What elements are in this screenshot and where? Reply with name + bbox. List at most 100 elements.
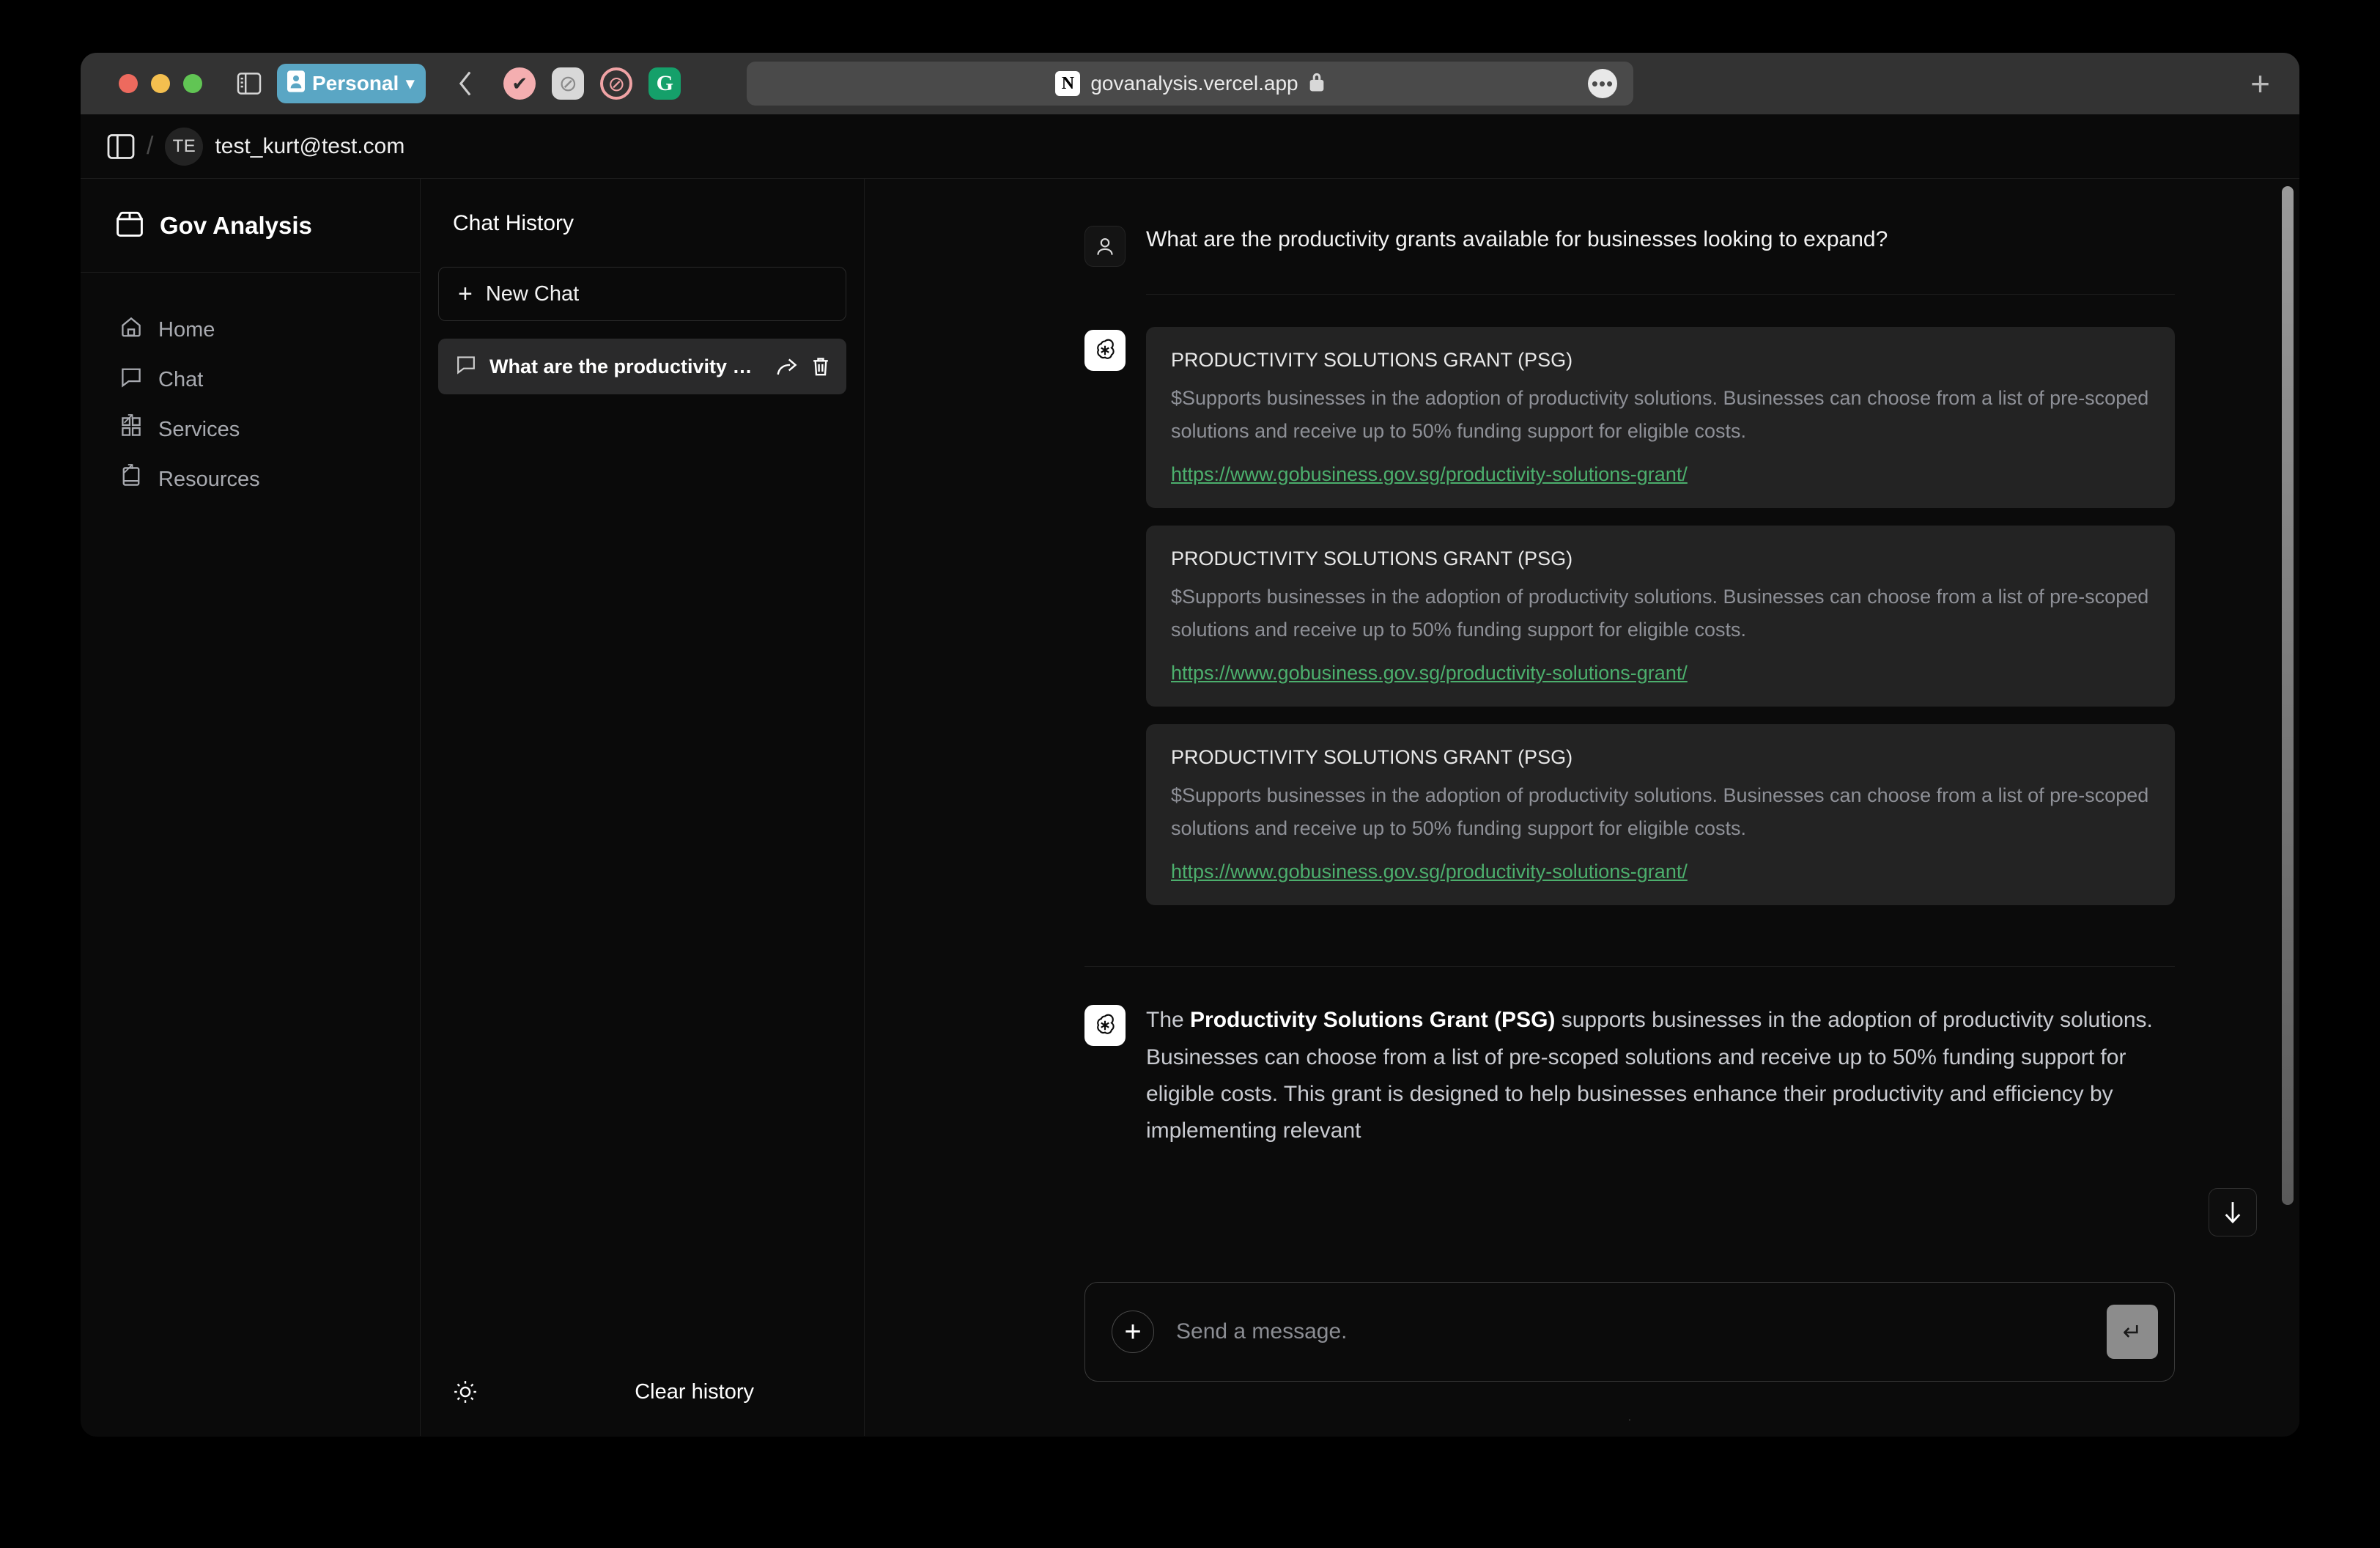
message-divider xyxy=(1084,923,2175,967)
lock-icon xyxy=(1309,72,1325,96)
assistant-sources-row: PRODUCTIVITY SOLUTIONS GRANT (PSG) $Supp… xyxy=(865,295,2299,923)
grant-card-description: $Supports businesses in the adoption of … xyxy=(1171,382,2150,447)
grant-card-description: $Supports businesses in the adoption of … xyxy=(1171,779,2150,844)
trash-icon[interactable] xyxy=(811,356,830,377)
openai-logo-icon xyxy=(1084,1005,1126,1046)
new-chat-button[interactable]: + New Chat xyxy=(438,267,846,321)
adblock-extension-icon[interactable]: ⊘ xyxy=(600,67,632,100)
minimize-window-button[interactable] xyxy=(151,74,170,93)
plus-glyph: + xyxy=(458,280,473,308)
chat-history-list: What are the productivity … xyxy=(438,339,846,394)
new-chat-label: New Chat xyxy=(486,282,579,306)
external-link-icon: ↗ xyxy=(122,459,135,478)
avatar-initials: TE xyxy=(173,136,196,157)
grammarly-extension-icon[interactable]: G xyxy=(648,67,681,100)
chat-history-item-label: What are the productivity … xyxy=(489,355,763,378)
chevron-down-icon: ▾ xyxy=(406,74,414,93)
chat-icon xyxy=(120,366,142,394)
sidebar-item-chat[interactable]: Chat xyxy=(81,355,420,405)
address-bar[interactable]: N govanalysis.vercel.app ••• xyxy=(747,62,1633,106)
assistant-answer-content: The Productivity Solutions Grant (PSG) s… xyxy=(1146,1002,2175,1150)
sidebar-item-label: Resources xyxy=(158,468,260,492)
blocker-extension-glyph: ⊘ xyxy=(559,71,577,97)
breadcrumb-user-email: test_kurt@test.com xyxy=(215,134,404,159)
sidebar-item-resources[interactable]: Resources ↗ xyxy=(81,454,420,504)
clear-history-button[interactable]: Clear history xyxy=(635,1380,754,1404)
desktop-background: Personal ▾ ✔ ⊘ ⊘ G N govanalysis.vercel.… xyxy=(0,0,2380,1548)
chat-scroll-area: What are the productivity grants availab… xyxy=(865,179,2299,1436)
sidebar-item-label: Home xyxy=(158,318,215,342)
chat-history-item[interactable]: What are the productivity … xyxy=(438,339,846,394)
attach-button[interactable]: + xyxy=(1112,1311,1154,1353)
composer-box: + ↵ xyxy=(1084,1282,2175,1382)
scroll-to-bottom-button[interactable] xyxy=(2209,1188,2257,1236)
sidebar-item-services[interactable]: Services ↗ xyxy=(81,405,420,454)
grammarly-extension-glyph: G xyxy=(657,71,673,96)
window-controls xyxy=(119,74,202,93)
send-button[interactable]: ↵ xyxy=(2107,1305,2158,1359)
assistant-answer-text: The Productivity Solutions Grant (PSG) s… xyxy=(1146,1002,2175,1150)
grant-card-title: PRODUCTIVITY SOLUTIONS GRANT (PSG) xyxy=(1171,349,2150,372)
answer-bold-term: Productivity Solutions Grant (PSG) xyxy=(1190,1008,1555,1032)
composer-footnote: . xyxy=(1084,1382,2175,1436)
share-icon[interactable] xyxy=(776,356,798,377)
assistant-sources-content: PRODUCTIVITY SOLUTIONS GRANT (PSG) $Supp… xyxy=(1146,327,2175,923)
sidebar-item-home[interactable]: Home xyxy=(81,305,420,355)
checkmark-extension-glyph: ✔ xyxy=(511,73,528,95)
plus-icon: + xyxy=(458,281,473,306)
site-favicon-icon: N xyxy=(1055,71,1080,96)
enter-arrow-icon: ↵ xyxy=(2123,1318,2143,1346)
favicon-letter: N xyxy=(1062,74,1074,94)
browser-back-button[interactable] xyxy=(448,66,483,101)
user-message-text: What are the productivity grants availab… xyxy=(1146,223,2175,295)
avatar: TE xyxy=(165,128,203,166)
brand-name: Gov Analysis xyxy=(160,212,312,240)
grant-card-title: PRODUCTIVITY SOLUTIONS GRANT (PSG) xyxy=(1171,548,2150,570)
blocker-extension-icon[interactable]: ⊘ xyxy=(552,67,584,100)
chat-scrollbar[interactable] xyxy=(2282,186,2294,1205)
more-glyph: ••• xyxy=(1592,74,1614,93)
adblock-extension-glyph: ⊘ xyxy=(608,72,625,96)
grant-card: PRODUCTIVITY SOLUTIONS GRANT (PSG) $Supp… xyxy=(1146,327,2175,508)
browser-sidebar-toggle-icon[interactable] xyxy=(232,66,267,101)
grant-card-link[interactable]: https://www.gobusiness.gov.sg/productivi… xyxy=(1171,662,2150,685)
assistant-answer-row: The Productivity Solutions Grant (PSG) s… xyxy=(865,967,2299,1150)
profile-chip-personal[interactable]: Personal ▾ xyxy=(277,64,426,103)
app-breadcrumb-header: / TE test_kurt@test.com xyxy=(81,114,2299,179)
maximize-window-button[interactable] xyxy=(183,74,202,93)
sidebar-nav: Home Chat xyxy=(81,273,420,504)
extension-icons: ✔ ⊘ ⊘ G xyxy=(503,67,681,100)
address-bar-more-button[interactable]: ••• xyxy=(1588,69,1617,98)
grant-card-description: $Supports businesses in the adoption of … xyxy=(1171,580,2150,646)
sun-icon[interactable] xyxy=(453,1379,478,1404)
sidebar: Gov Analysis Home xyxy=(81,179,421,1436)
browser-window: Personal ▾ ✔ ⊘ ⊘ G N govanalysis.vercel.… xyxy=(81,53,2299,1437)
home-icon xyxy=(120,316,142,344)
chat-history-panel: Chat History + New Chat What ar xyxy=(421,179,865,1436)
grant-card: PRODUCTIVITY SOLUTIONS GRANT (PSG) $Supp… xyxy=(1146,724,2175,905)
sidebar-toggle-icon[interactable] xyxy=(107,134,135,159)
user-message-row: What are the productivity grants availab… xyxy=(865,223,2299,295)
answer-prefix: The xyxy=(1146,1008,1190,1032)
openai-logo-icon xyxy=(1084,330,1126,371)
grant-card-link[interactable]: https://www.gobusiness.gov.sg/productivi… xyxy=(1171,463,2150,486)
chat-history-footer: Clear history xyxy=(421,1348,864,1436)
breadcrumb-separator: / xyxy=(147,132,153,161)
grant-card-title: PRODUCTIVITY SOLUTIONS GRANT (PSG) xyxy=(1171,746,2150,769)
message-input[interactable] xyxy=(1154,1319,2107,1344)
sidebar-item-label: Services xyxy=(158,418,240,442)
grant-card: PRODUCTIVITY SOLUTIONS GRANT (PSG) $Supp… xyxy=(1146,526,2175,707)
profile-chip-label: Personal xyxy=(312,72,399,95)
user-message-content: What are the productivity grants availab… xyxy=(1146,223,2175,295)
grant-card-link[interactable]: https://www.gobusiness.gov.sg/productivi… xyxy=(1171,860,2150,883)
brand[interactable]: Gov Analysis xyxy=(81,179,420,273)
sidebar-item-label: Chat xyxy=(158,368,203,392)
composer: + ↵ . xyxy=(1084,1275,2175,1436)
new-tab-button[interactable]: + xyxy=(2250,67,2270,100)
chat-history-title: Chat History xyxy=(421,179,864,236)
profile-badge-icon xyxy=(287,70,305,97)
checkmark-extension-icon[interactable]: ✔ xyxy=(503,67,536,100)
box-logo-icon xyxy=(116,210,144,241)
close-window-button[interactable] xyxy=(119,74,138,93)
chat-bubble-icon xyxy=(456,354,476,380)
